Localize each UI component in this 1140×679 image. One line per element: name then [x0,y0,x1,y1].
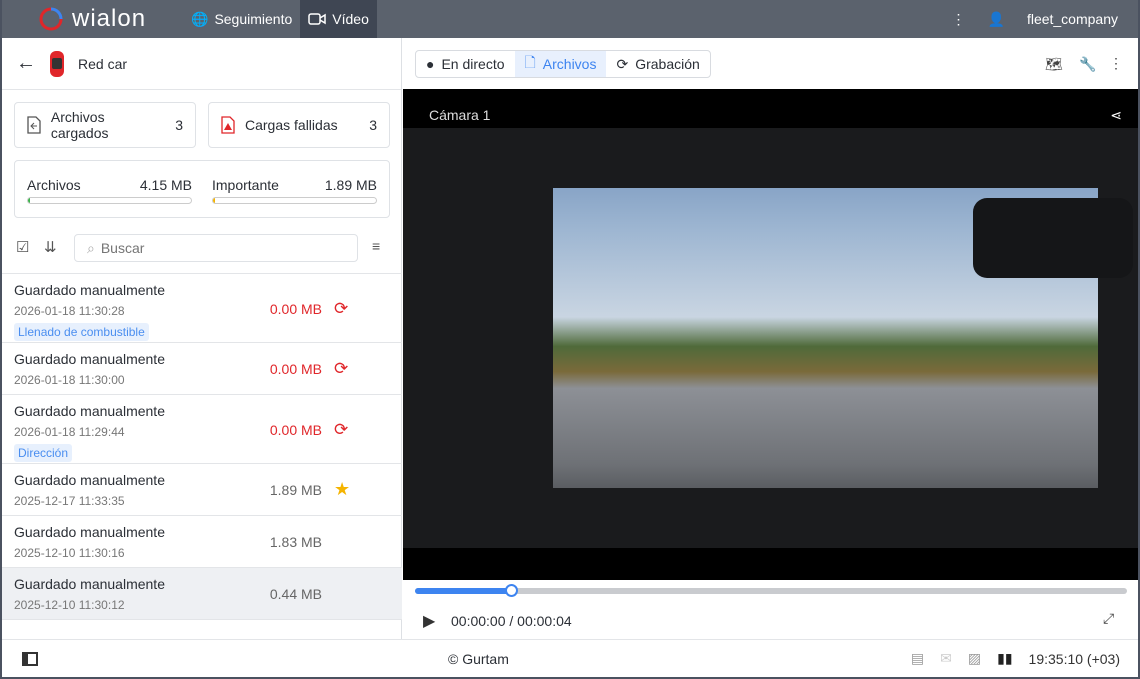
file-size: 0.00 MB [269,361,322,377]
file-row[interactable]: Guardado manualmente 2026-01-18 11:29:44… [2,395,402,464]
search-input[interactable] [100,240,331,256]
record-icon: ⟳ [616,55,629,72]
important-storage-label: Importante [212,177,279,193]
star-icon[interactable]: ★ [334,479,350,500]
uploaded-label: Archivos cargados [50,109,109,141]
mode-live[interactable]: ● En directo [416,51,515,77]
failed-count: 3 [369,117,377,133]
user-icon[interactable]: 👤 [988,11,1005,28]
file-title: Guardado manualmente [14,282,165,298]
retry-upload-icon[interactable]: ⟳ [334,420,348,440]
mode-switch: ● En directo 🗋 Archivos ⟳ Grabación [415,50,711,78]
file-title: Guardado manualmente [14,524,165,540]
files-panel: ← Red car Archivos cargados 3 Cargas fal… [2,38,402,639]
file-title: Guardado manualmente [14,403,165,419]
file-row[interactable]: Guardado manualmente 2025-12-10 11:30:12… [2,568,402,620]
retry-upload-icon[interactable]: ⟳ [334,359,348,379]
top-bar: wialon 🌐 Seguimiento Vídeo ⋮ 👤 fleet_comp… [2,0,1138,38]
notifications-icon[interactable]: ▤ [911,650,924,667]
search-icon: ⌕ [87,239,95,256]
important-storage-bar [212,197,377,204]
messages-icon[interactable]: ✉ [940,650,952,667]
search-field[interactable]: ⌕ [74,234,358,262]
share-icon[interactable]: ⋖ [1110,107,1122,124]
video-frame [403,128,1138,548]
brand-name: wialon [72,5,147,32]
failed-uploads-card[interactable]: Cargas fallidas 3 [208,102,390,148]
storage-card: Archivos 4.15 MB Importante 1.89 MB [14,160,390,218]
file-size: 1.89 MB [269,482,322,498]
user-name[interactable]: fleet_company [1027,11,1118,27]
tab-video[interactable]: Vídeo [300,0,377,38]
file-date: 2025-12-10 11:30:16 [14,546,125,560]
app-window: wialon 🌐 Seguimiento Vídeo ⋮ 👤 fleet_comp… [2,0,1138,677]
important-storage-value: 1.89 MB [324,177,377,193]
tab-label: Seguimiento [214,11,293,27]
map-icon[interactable]: 🗺 [1045,56,1063,73]
wialon-logo[interactable]: wialon [38,5,183,33]
file-size: 1.83 MB [269,534,322,550]
file-title: Guardado manualmente [14,576,165,592]
file-row[interactable]: Guardado manualmente 2025-12-10 11:30:16… [2,516,402,568]
playback-time: 00:00:00 / 00:00:04 [451,613,572,629]
file-row[interactable]: Guardado manualmente 2025-12-17 11:33:35… [2,464,402,516]
failed-label: Cargas fallidas [245,117,338,133]
play-icon[interactable]: ▶ [423,611,435,631]
file-size: 0.44 MB [269,586,322,602]
file-tag[interactable]: Dirección [14,444,73,462]
back-arrow-icon[interactable]: ← [16,52,36,75]
live-dot-icon: ● [426,56,435,72]
camera-label: Cámara 1 [429,107,491,123]
retry-upload-icon[interactable]: ⟳ [334,299,348,319]
wrench-icon[interactable]: 🔧 [1079,56,1096,73]
footer: © Gurtam ▤ ✉ ▨ ▮▮ 19:35:10 (+03) [2,639,1138,677]
file-icon: 🗋 [524,54,536,70]
progress-handle[interactable] [505,584,519,597]
file-tag[interactable]: Llenado de combustible [14,323,149,341]
mode-files[interactable]: 🗋 Archivos [514,51,607,77]
file-size: 0.00 MB [269,421,322,438]
car-icon [50,50,64,77]
file-upload-icon [27,116,41,134]
file-warning-icon [221,116,235,134]
uploaded-count: 3 [175,117,183,133]
more-icon[interactable]: ⋮ [1109,55,1123,72]
copyright: © Gurtam [448,650,509,667]
video-icon [308,13,327,25]
toggle-sidebar-icon[interactable] [22,651,38,666]
globe-icon: 🌐 [191,10,209,27]
mode-label: Grabación [635,56,700,72]
files-storage-label: Archivos [27,177,81,193]
file-size: 0.00 MB [269,300,322,317]
uploaded-files-card[interactable]: Archivos cargados 3 [14,102,196,148]
video-viewport[interactable]: Cámara 1 ⋖ [403,89,1138,580]
sort-icon[interactable]: ⇊ [44,238,57,256]
unit-name: Red car [78,55,128,72]
files-storage-bar [27,197,192,204]
player-panel: ● En directo 🗋 Archivos ⟳ Grabación 🗺 🔧 ⋮ C… [403,38,1138,639]
filter-icon[interactable]: ≡ [372,238,380,254]
select-all-icon[interactable]: ☑ [16,238,29,256]
more-menu-icon[interactable]: ⋮ [952,11,966,28]
tab-label: Vídeo [332,11,369,27]
file-row[interactable]: Guardado manualmente 2026-01-18 11:30:00… [2,343,402,395]
fullscreen-icon[interactable]: ⤢ [1103,610,1114,627]
file-row[interactable]: Guardado manualmente 2026-01-18 11:30:28… [2,274,402,343]
image-icon[interactable]: ▨ [968,650,981,667]
layout-icon[interactable]: ▮▮ [997,650,1012,667]
files-storage-value: 4.15 MB [139,177,192,193]
file-date: 2025-12-10 11:30:12 [14,598,125,612]
mode-recording[interactable]: ⟳ Grabación [606,51,709,77]
tab-seguimiento[interactable]: 🌐 Seguimiento [183,0,300,38]
file-list: Guardado manualmente 2026-01-18 11:30:28… [2,273,402,620]
clock: 19:35:10 (+03) [1028,650,1120,667]
progress-track[interactable] [415,584,1127,597]
mode-label: Archivos [542,56,597,72]
mode-label: En directo [441,56,505,72]
